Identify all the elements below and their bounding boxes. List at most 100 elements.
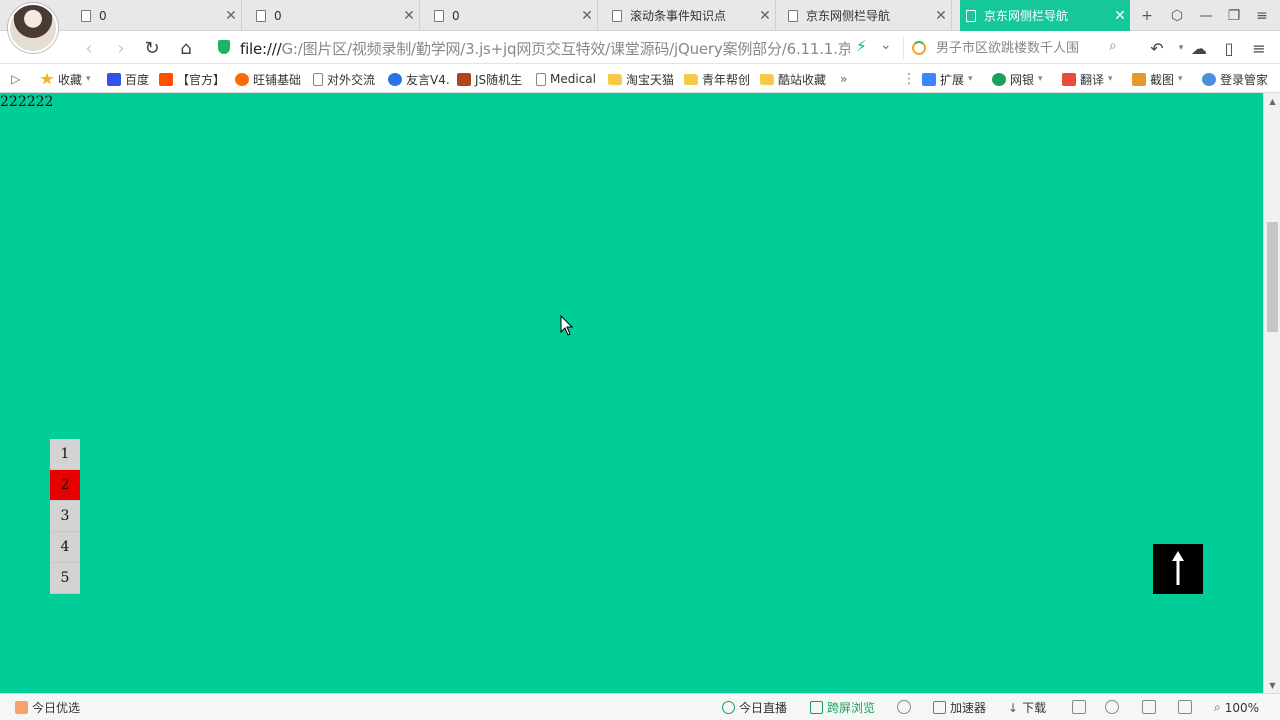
bookmark-label: 淘宝天猫 [626, 72, 675, 87]
toolbar-extensions[interactable]: 扩展 ▾ [922, 70, 973, 88]
bookmark-wangpu[interactable]: 旺铺基础 [235, 70, 301, 88]
tab-3[interactable]: 0 ✕ [428, 0, 598, 31]
close-icon[interactable]: ✕ [931, 8, 951, 24]
restore-tab-icon[interactable]: ⬡ [1163, 0, 1191, 31]
minimize-button[interactable]: — [1192, 0, 1220, 31]
arrow-up-icon [1172, 551, 1184, 585]
toolbar-label: 网银 [1010, 72, 1035, 87]
flag-icon[interactable] [1072, 700, 1086, 714]
home-button[interactable]: ⌂ [173, 35, 199, 61]
new-tab-button[interactable]: + [1133, 0, 1161, 31]
today-picks[interactable]: 今日优选 [15, 699, 80, 716]
page-icon [434, 9, 444, 22]
download-arrow-icon: ↓ [1008, 700, 1019, 715]
search-engine-icon[interactable] [912, 41, 926, 55]
bookmark-label: 百度 [125, 72, 150, 87]
more-bookmarks-icon[interactable]: » [840, 70, 847, 88]
play-icon [722, 701, 735, 714]
search-input[interactable] [936, 38, 1106, 58]
zoom-level[interactable]: ⌕ 100% [1214, 699, 1259, 716]
settings-menu-icon[interactable]: ≡ [1246, 35, 1272, 61]
accelerator[interactable]: 加速器 [933, 699, 986, 716]
close-icon[interactable]: ✕ [755, 8, 775, 24]
scrollbar-thumb[interactable] [1267, 222, 1278, 332]
menu-icon[interactable]: ≡ [1248, 0, 1276, 31]
speed-gauge-icon[interactable] [897, 700, 911, 714]
close-icon[interactable]: ✕ [399, 8, 419, 24]
close-icon[interactable]: ✕ [221, 8, 241, 24]
search-box[interactable]: ⌕ [903, 36, 1127, 60]
bookmark-medical[interactable]: Medical [536, 70, 596, 88]
vertical-scrollbar[interactable]: ▲ ▼ [1263, 93, 1280, 693]
gift-icon [15, 701, 28, 714]
folder-icon [684, 73, 698, 85]
toolbar-label: 截图 [1150, 72, 1175, 87]
close-icon[interactable]: ✕ [577, 8, 597, 24]
back-button[interactable]: ‹ [76, 35, 102, 61]
tab-5[interactable]: 京东网侧栏导航 ✕ [782, 0, 952, 31]
chevron-down-icon: ▾ [1108, 74, 1113, 84]
window-icon[interactable] [1142, 700, 1156, 714]
bookmark-youyan[interactable]: 友言V4. [388, 70, 450, 88]
bookmark-favorites[interactable]: 收藏 ▾ [40, 70, 91, 88]
folder-icon [760, 73, 774, 85]
tab-label: 0 [274, 8, 282, 23]
tab-label: 0 [452, 8, 460, 23]
toolbar-screenshot[interactable]: 截图 ▾ [1132, 70, 1183, 88]
address-field[interactable]: file:///G:/图片区/视频录制/勤学网/3.js+jq网页交互特效/课堂… [240, 38, 850, 58]
toolbar-login-manager[interactable]: 登录管家 [1202, 70, 1268, 88]
today-live[interactable]: 今日直播 [722, 699, 787, 716]
ie-mode-icon[interactable] [1105, 700, 1119, 714]
forward-button[interactable]: › [108, 35, 134, 61]
page-icon [612, 9, 622, 22]
bookmark-label: JS随机生 [475, 72, 523, 87]
zoom-value: 100% [1224, 700, 1260, 715]
status-label: 加速器 [950, 701, 987, 715]
baidu-icon [107, 72, 121, 86]
chevron-down-icon: ▾ [1038, 74, 1043, 84]
bookmark-label: 酷站收藏 [778, 72, 827, 87]
tab-active[interactable]: 京东网侧栏导航 ✕ [960, 0, 1130, 31]
scroll-up-icon[interactable]: ▲ [1264, 93, 1280, 109]
sidebar-toggle-icon[interactable]: ▷ [11, 70, 20, 88]
cross-screen-browse[interactable]: 跨屏浏览 [810, 699, 875, 716]
cloud-icon[interactable]: ☁ [1186, 35, 1212, 61]
bookmarks-menu-icon[interactable]: ⋮ [902, 71, 916, 87]
downloads[interactable]: ↓ 下载 [1008, 699, 1046, 716]
bookmark-baidu[interactable]: 百度 [107, 70, 149, 88]
bookmark-folder-youth[interactable]: 青年帮创 [684, 70, 750, 88]
reading-mode-icon[interactable]: ▯ [1216, 35, 1242, 61]
screenshot-icon [1132, 72, 1146, 86]
toolbar-translate[interactable]: 翻译 ▾ [1062, 70, 1113, 88]
lightning-icon[interactable]: ⚡ [856, 37, 867, 55]
reload-button[interactable]: ↻ [139, 35, 165, 61]
side-nav-item-3[interactable]: 3 [50, 501, 80, 532]
user-avatar[interactable] [8, 3, 58, 53]
bookmark-external[interactable]: 对外交流 [313, 70, 375, 88]
chevron-down-icon[interactable]: ⌄ [880, 37, 892, 53]
scroll-down-icon[interactable]: ▼ [1264, 677, 1280, 693]
side-nav-item-5[interactable]: 5 [50, 563, 80, 594]
bookmark-js-random[interactable]: JS随机生 [457, 70, 522, 88]
page-icon [256, 9, 266, 22]
undo-icon[interactable]: ↶ [1144, 35, 1170, 61]
search-icon[interactable]: ⌕ [1109, 38, 1117, 54]
maximize-button[interactable]: ❐ [1220, 0, 1248, 31]
bookmark-official[interactable]: 【官方】 [159, 70, 225, 88]
side-nav-item-1[interactable]: 1 [50, 439, 80, 470]
close-icon[interactable]: ✕ [1110, 8, 1130, 24]
back-to-top-button[interactable] [1153, 544, 1203, 594]
taobao-icon [159, 72, 173, 86]
bookmark-folder-taobao[interactable]: 淘宝天猫 [608, 70, 674, 88]
tab-2[interactable]: 0 ✕ [250, 0, 420, 31]
security-shield-icon [218, 40, 230, 54]
side-nav-item-4[interactable]: 4 [50, 532, 80, 563]
tab-1[interactable]: 0 ✕ [75, 0, 242, 31]
bookmark-folder-cool[interactable]: 酷站收藏 [760, 70, 826, 88]
speaker-icon[interactable] [1178, 700, 1192, 714]
tab-label: 滚动条事件知识点 [630, 9, 727, 23]
toolbar-bank[interactable]: 网银 ▾ [992, 70, 1043, 88]
side-nav-item-2-current[interactable]: 2 [50, 470, 80, 501]
tab-4[interactable]: 滚动条事件知识点 ✕ [606, 0, 776, 31]
status-bar: 今日优选 今日直播 跨屏浏览 加速器 ↓ 下载 ⌕ 100% [0, 693, 1280, 720]
